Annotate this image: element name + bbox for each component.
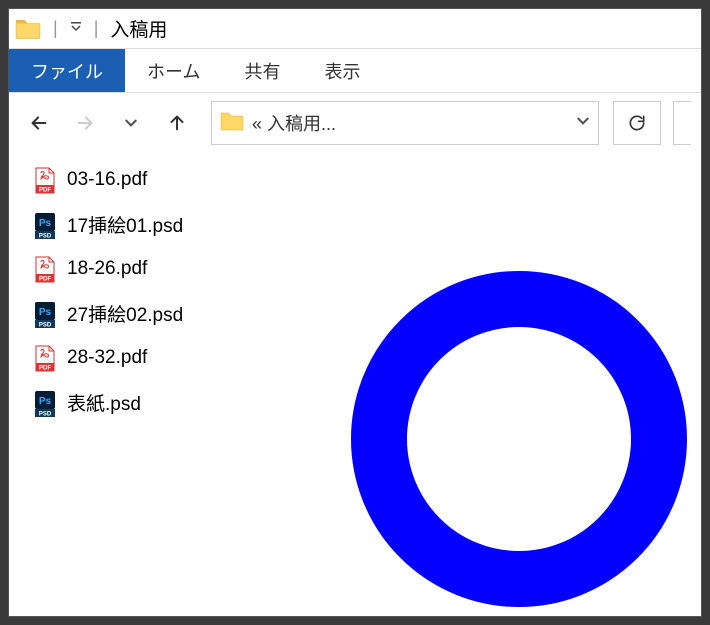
- nav-toolbar: « 入稿用...: [9, 93, 701, 153]
- file-row[interactable]: Ps PSD 17挿絵01.psd: [29, 209, 681, 240]
- up-button[interactable]: [157, 103, 197, 143]
- explorer-window: | | 入稿用 ファイル ホーム 共有 表示 « 入稿用...: [8, 8, 702, 617]
- refresh-button[interactable]: [613, 101, 661, 145]
- search-box[interactable]: [673, 101, 691, 145]
- svg-text:PDF: PDF: [39, 366, 51, 372]
- pdf-file-icon: PDF: [33, 256, 57, 282]
- tab-view[interactable]: 表示: [302, 49, 382, 92]
- tab-home[interactable]: ホーム: [125, 49, 222, 92]
- back-button[interactable]: [19, 103, 59, 143]
- svg-text:Ps: Ps: [39, 307, 52, 318]
- window-title: 入稿用: [110, 15, 167, 42]
- svg-text:PDF: PDF: [39, 277, 51, 283]
- titlebar-divider: |: [53, 18, 58, 39]
- annotation-circle: [349, 269, 689, 614]
- svg-text:PSD: PSD: [39, 411, 52, 417]
- folder-icon: [220, 110, 244, 137]
- folder-icon: [15, 17, 41, 41]
- tab-share[interactable]: 共有: [222, 49, 302, 92]
- tab-file[interactable]: ファイル: [9, 49, 125, 92]
- qat-chevron-icon[interactable]: [70, 20, 82, 38]
- forward-button: [65, 103, 105, 143]
- psd-file-icon: Ps PSD: [33, 212, 57, 238]
- pdf-file-icon: PDF: [33, 345, 57, 371]
- history-dropdown[interactable]: [111, 103, 151, 143]
- file-row[interactable]: PDF 03-16.pdf: [29, 165, 681, 195]
- content-area: PDF 03-16.pdf Ps PSD 17挿絵01.psd PDF 18-26.pdf P…: [9, 153, 701, 616]
- title-bar: | | 入稿用: [9, 9, 701, 49]
- file-name: 03-16.pdf: [67, 169, 147, 191]
- file-name: 27挿絵02.psd: [67, 300, 183, 327]
- breadcrumb[interactable]: « 入稿用...: [252, 110, 568, 136]
- address-bar[interactable]: « 入稿用...: [211, 101, 599, 145]
- svg-text:Ps: Ps: [39, 218, 52, 229]
- psd-file-icon: Ps PSD: [33, 390, 57, 416]
- titlebar-divider: |: [94, 18, 99, 39]
- file-name: 28-32.pdf: [67, 347, 147, 369]
- file-name: 18-26.pdf: [67, 258, 147, 280]
- file-name: 表紙.psd: [67, 389, 141, 416]
- svg-text:PDF: PDF: [39, 188, 51, 194]
- pdf-file-icon: PDF: [33, 167, 57, 193]
- svg-text:PSD: PSD: [39, 233, 52, 239]
- svg-text:PSD: PSD: [39, 322, 52, 328]
- svg-text:Ps: Ps: [39, 396, 52, 407]
- chevron-down-icon[interactable]: [576, 114, 590, 133]
- psd-file-icon: Ps PSD: [33, 301, 57, 327]
- ribbon-tabs: ファイル ホーム 共有 表示: [9, 49, 701, 93]
- file-name: 17挿絵01.psd: [67, 211, 183, 238]
